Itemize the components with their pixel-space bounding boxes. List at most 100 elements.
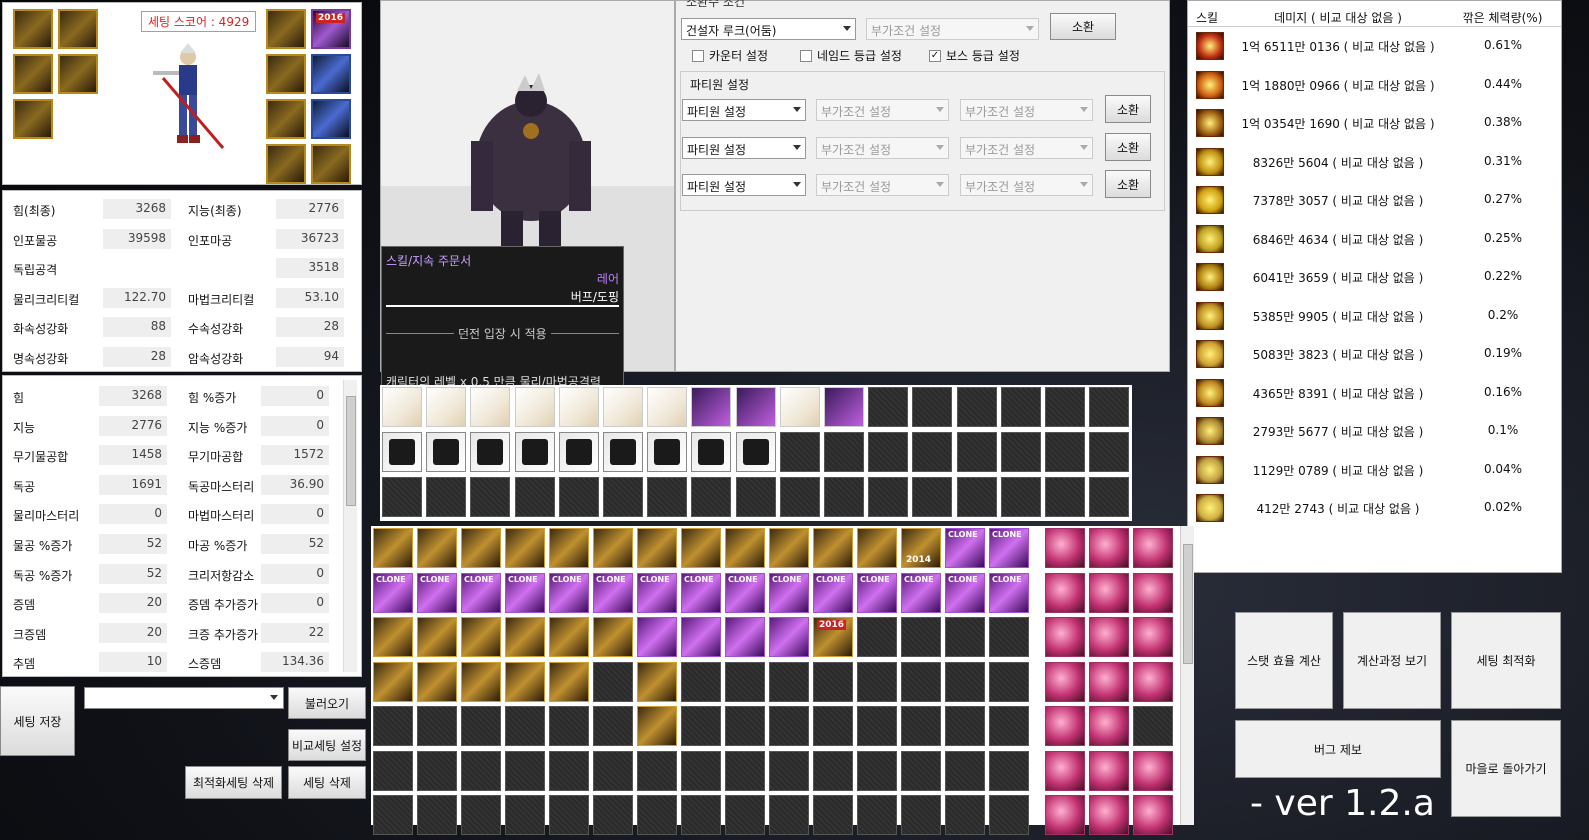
inventory-slot[interactable] [637, 617, 677, 657]
card-slot[interactable] [1133, 617, 1173, 657]
inventory-slot[interactable] [1045, 477, 1085, 517]
inventory-slot[interactable] [593, 750, 633, 791]
summon-cond-select[interactable]: 부가조건 설정 [866, 18, 1039, 40]
inventory-slot[interactable] [603, 387, 643, 427]
card-slot[interactable] [1089, 750, 1129, 791]
inventory-slot[interactable] [549, 706, 589, 746]
inventory-slot[interactable] [901, 750, 941, 791]
party-cond-select[interactable]: 부가조건 설정 [816, 174, 949, 196]
party-cond-select[interactable]: 부가조건 설정 [816, 137, 949, 159]
inventory-slot[interactable] [505, 706, 545, 746]
card-slot[interactable] [1045, 795, 1085, 835]
inventory-slot[interactable] [1000, 387, 1041, 427]
inventory-slot[interactable] [681, 661, 721, 702]
inventory-slot[interactable] [417, 661, 457, 702]
card-slot[interactable] [1089, 617, 1129, 657]
equip-slot-top[interactable] [13, 54, 53, 94]
inventory-slot[interactable]: CLONE [549, 572, 589, 613]
inventory-slot[interactable] [593, 661, 633, 702]
counter-checkbox[interactable]: 카운터 설정 [692, 47, 768, 64]
inventory-slot[interactable] [735, 387, 776, 427]
inventory-slot[interactable] [637, 750, 677, 791]
inventory-slot[interactable] [901, 795, 941, 835]
inventory-slot[interactable] [691, 432, 732, 472]
party-cond2-select[interactable]: 부가조건 설정 [960, 174, 1093, 196]
inventory-slot[interactable] [725, 750, 765, 791]
inventory-slot[interactable] [725, 795, 765, 835]
inventory-slot[interactable] [901, 617, 941, 657]
inventory-slot[interactable] [373, 750, 413, 791]
inventory-slot[interactable] [558, 387, 599, 427]
card-slot[interactable] [1045, 661, 1085, 702]
inventory-slot[interactable] [417, 528, 457, 568]
inventory-slot[interactable] [956, 432, 997, 472]
inventory-slot[interactable] [857, 795, 897, 835]
inventory-slot[interactable] [779, 387, 820, 427]
inventory-slot[interactable] [779, 477, 820, 517]
inventory-slot[interactable]: CLONE [725, 572, 765, 613]
inventory-slot[interactable] [637, 795, 677, 835]
equip-slot-title[interactable] [58, 9, 98, 49]
boss-checkbox[interactable]: ✓ 보스 등급 설정 [929, 47, 1020, 64]
inventory-slot[interactable] [549, 528, 589, 568]
inventory-slot[interactable] [857, 706, 897, 746]
equip-slot-magicstone[interactable] [266, 144, 306, 184]
party-member-select[interactable]: 파티원 설정 [682, 137, 806, 159]
inventory-slot[interactable] [824, 477, 864, 517]
load-button[interactable]: 불러오기 [288, 687, 366, 719]
inventory-slot[interactable] [912, 477, 953, 517]
view-process-button[interactable]: 계산과정 보기 [1343, 612, 1441, 709]
inventory-slot[interactable] [558, 477, 599, 517]
inventory-slot[interactable]: CLONE [681, 572, 721, 613]
delete-setting-button[interactable]: 세팅 삭제 [288, 766, 366, 799]
delete-optimal-setting-button[interactable]: 최적화세팅 삭제 [185, 766, 282, 799]
card-slot[interactable] [1045, 572, 1085, 613]
stats-scrollbar[interactable] [343, 380, 357, 672]
equip-slot-support[interactable] [311, 99, 351, 139]
inventory-slot[interactable] [769, 528, 809, 568]
inventory-slot[interactable] [769, 706, 809, 746]
inventory-slot[interactable] [373, 795, 413, 835]
inventory-slot[interactable] [813, 706, 853, 746]
inventory-slot[interactable] [691, 477, 732, 517]
inventory-slot[interactable] [989, 661, 1029, 702]
inventory-slot[interactable] [901, 661, 941, 702]
inventory-slot[interactable]: CLONE [505, 572, 545, 613]
card-slot[interactable] [1089, 661, 1129, 702]
equip-slot-weapon[interactable] [13, 9, 53, 49]
inventory-slot[interactable] [857, 750, 897, 791]
card-slot[interactable] [1133, 795, 1173, 835]
inventory-slot[interactable] [725, 528, 765, 568]
named-checkbox[interactable]: 네임드 등급 설정 [800, 47, 902, 64]
inventory-slot[interactable] [945, 750, 985, 791]
equip-slot-aura[interactable] [266, 9, 306, 49]
inventory-slot[interactable] [373, 528, 413, 568]
party-summon-button[interactable]: 소환 [1105, 170, 1151, 198]
inventory-slot[interactable] [989, 750, 1029, 791]
inventory-slot[interactable] [461, 661, 501, 702]
card-slot[interactable] [1045, 750, 1085, 791]
inventory-slot[interactable] [1089, 432, 1130, 472]
inventory-slot[interactable] [681, 617, 721, 657]
inventory-slot[interactable]: CLONE [373, 572, 413, 613]
inventory-slot[interactable] [505, 750, 545, 791]
inventory-slot[interactable] [1045, 432, 1085, 472]
inventory-slot[interactable] [735, 477, 776, 517]
summon-button[interactable]: 소환 [1050, 13, 1116, 40]
card-slot[interactable] [1089, 572, 1129, 613]
inventory-slot[interactable] [1045, 387, 1085, 427]
inventory-slot[interactable]: CLONE [989, 572, 1029, 613]
save-setting-button[interactable]: 세팅 저장 [0, 686, 75, 756]
inventory-slot[interactable] [1089, 387, 1130, 427]
party-cond2-select[interactable]: 부가조건 설정 [960, 137, 1093, 159]
inventory-slot[interactable] [382, 432, 422, 472]
party-cond-select[interactable]: 부가조건 설정 [816, 99, 949, 121]
inventory-slot[interactable] [857, 617, 897, 657]
inventory-slot[interactable] [514, 477, 555, 517]
inventory-scrollbar[interactable] [1180, 526, 1194, 825]
inventory-slot[interactable] [769, 795, 809, 835]
optimize-setting-button[interactable]: 세팅 최적화 [1451, 612, 1561, 709]
inventory-slot[interactable] [647, 387, 688, 427]
inventory-slot[interactable] [945, 661, 985, 702]
inventory-slot[interactable] [945, 706, 985, 746]
